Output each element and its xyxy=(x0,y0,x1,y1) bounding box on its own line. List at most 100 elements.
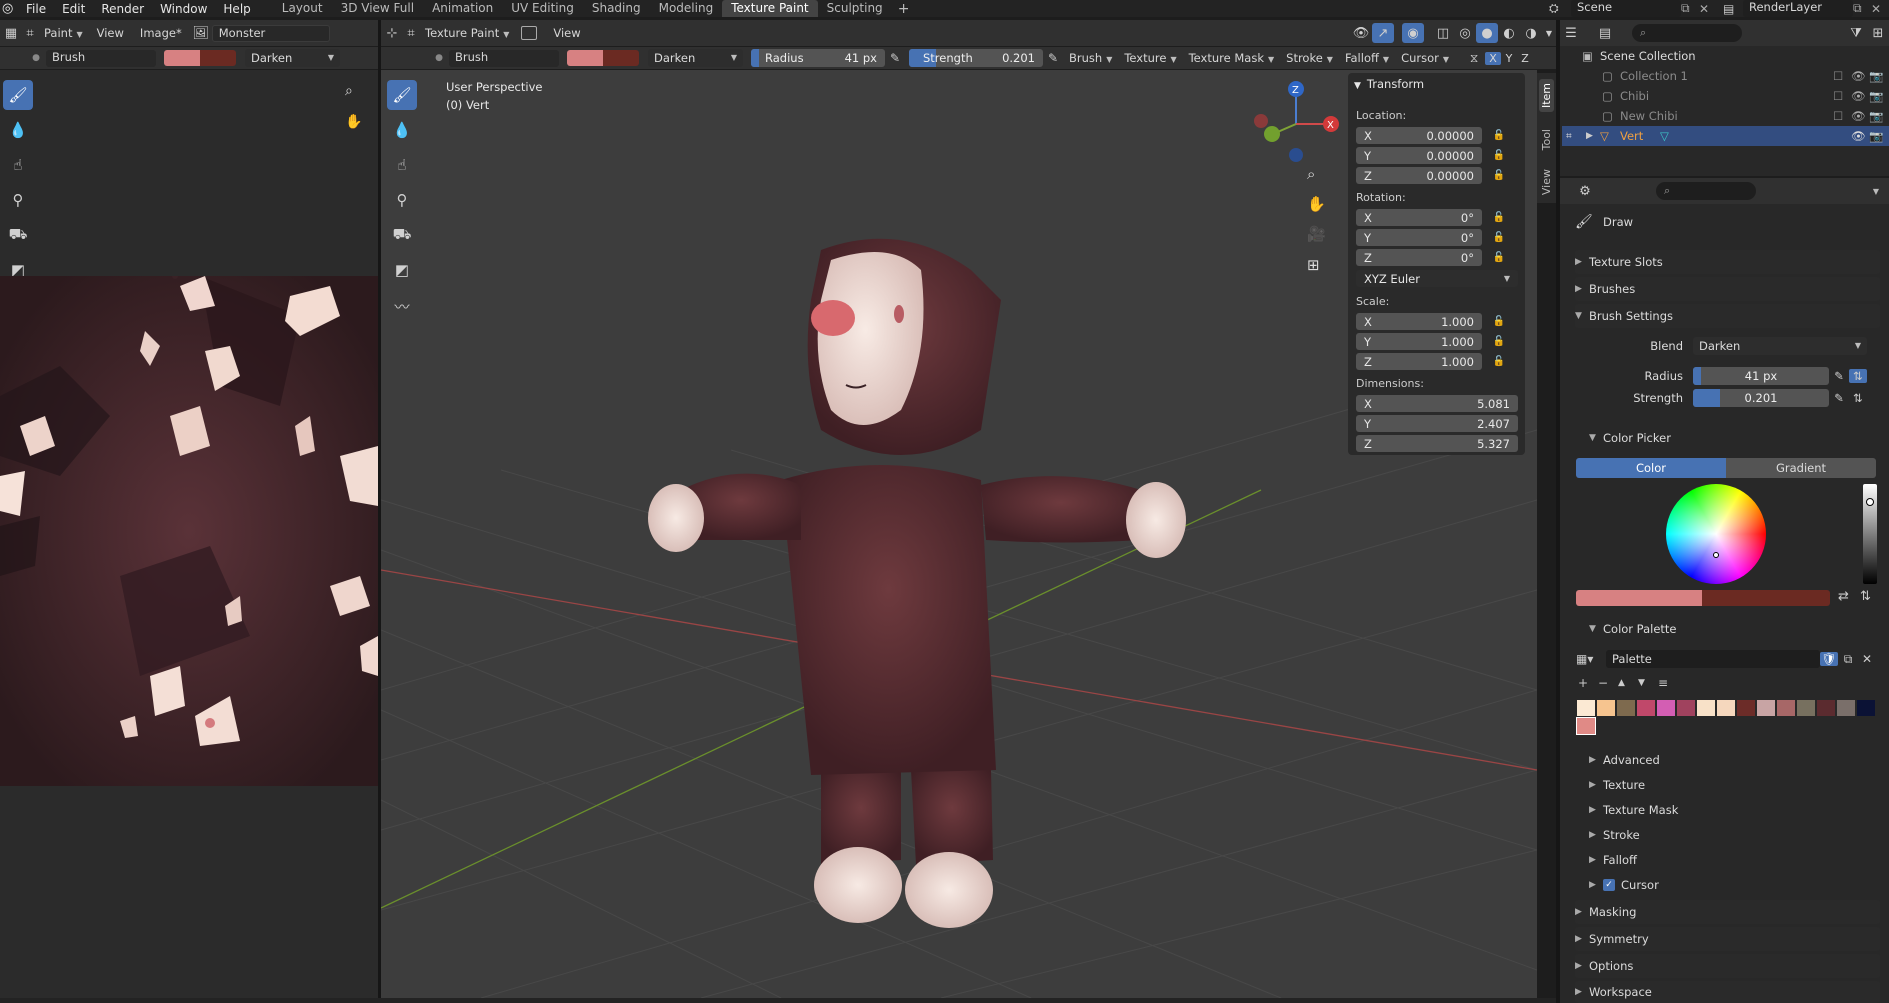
image-menu[interactable]: Image* xyxy=(132,26,190,40)
move-down-icon[interactable]: ▼ xyxy=(1638,678,1658,688)
outliner-row-collection-1[interactable]: ▢ Collection 1 ☐ 👁 📷 xyxy=(1562,66,1889,86)
strength-pressure-icon[interactable]: ✎ xyxy=(1829,391,1849,405)
viewport-secondary-color-swatch[interactable] xyxy=(603,50,639,66)
tab-tool[interactable]: Tool xyxy=(1539,125,1554,154)
palette-name-field[interactable]: Palette xyxy=(1606,650,1820,668)
lock-icon[interactable]: 🔓 xyxy=(1492,150,1506,161)
shading-solid-icon[interactable]: ● xyxy=(1476,23,1498,43)
properties-search-field[interactable]: ⌕ xyxy=(1656,182,1756,200)
new-scene-icon[interactable]: ⧉ xyxy=(1681,1,1699,16)
color-unit-icon[interactable]: ⇅ xyxy=(1860,589,1871,604)
display-mode-icon[interactable]: ▤ xyxy=(1594,23,1616,43)
delete-view-layer-icon[interactable]: ✕ xyxy=(1871,2,1889,16)
color-tab[interactable]: Color xyxy=(1576,458,1726,478)
delete-scene-icon[interactable]: ✕ xyxy=(1699,2,1717,16)
image-paint-mode-dropdown[interactable]: Paint ▼ xyxy=(38,26,89,40)
draw-brush-icon[interactable]: 🖌 xyxy=(3,80,33,110)
palette-browse-icon[interactable]: ▦▾ xyxy=(1576,652,1606,666)
mirror-y-toggle[interactable]: Y xyxy=(1501,52,1517,65)
palette-swatch[interactable] xyxy=(1677,700,1695,716)
outliner-search-field[interactable]: ⌕ xyxy=(1632,24,1742,42)
image-brush-field[interactable]: Brush xyxy=(46,49,156,67)
rotation-mode-dropdown[interactable]: XYZ Euler ▼ xyxy=(1356,270,1518,287)
palette-swatch[interactable] xyxy=(1597,700,1615,716)
soften-tool-icon[interactable]: 💧 xyxy=(3,115,33,145)
radius-slider[interactable]: 41 px xyxy=(1693,367,1829,385)
outliner-row-new-chibi[interactable]: ▢ New Chibi ☐ 👁 📷 xyxy=(1562,106,1889,126)
palette-swatch[interactable] xyxy=(1857,700,1875,716)
falloff-menu[interactable]: Falloff ▼ xyxy=(1339,51,1395,65)
scale-x-field[interactable]: X 1.000 xyxy=(1356,313,1482,330)
scene-icon[interactable]: ⛭ xyxy=(1549,1,1571,16)
viewport-radius-slider[interactable]: Radius 41 px xyxy=(751,49,885,67)
lock-icon[interactable]: 🔓 xyxy=(1492,356,1506,367)
viewport-mask-tool-icon[interactable]: ◩ xyxy=(387,255,417,285)
menu-render[interactable]: Render xyxy=(93,2,152,16)
cursor-menu[interactable]: Cursor ▼ xyxy=(1395,51,1455,65)
workspace-tab-shading[interactable]: Shading xyxy=(583,0,650,17)
section-brushes[interactable]: ▶ Brushes xyxy=(1575,277,1880,301)
image-secondary-color-swatch[interactable] xyxy=(200,50,236,66)
palette-swatch[interactable] xyxy=(1657,700,1675,716)
workspace-tab-uv-editing[interactable]: UV Editing xyxy=(502,0,583,17)
color-wheel[interactable] xyxy=(1666,484,1766,584)
lock-icon[interactable]: 🔓 xyxy=(1492,212,1506,223)
xray-toggle-icon[interactable]: ◫ xyxy=(1432,23,1454,43)
viewport-pan-icon[interactable]: ✋ xyxy=(1307,195,1326,213)
palette-swatch[interactable] xyxy=(1817,700,1835,716)
camera-icon[interactable]: 📷 xyxy=(1869,89,1889,103)
lock-icon[interactable]: 🔓 xyxy=(1492,130,1506,141)
viewport-soften-tool-icon[interactable]: 💧 xyxy=(387,115,417,145)
palette-swatch[interactable] xyxy=(1637,700,1655,716)
viewport-strength-slider[interactable]: Strength 0.201 xyxy=(909,49,1043,67)
image-browse-icon[interactable]: 🖼 xyxy=(190,23,212,43)
rotation-z-field[interactable]: Z 0° xyxy=(1356,249,1482,266)
filter-icon[interactable]: ⧩ xyxy=(1845,23,1867,43)
value-slider[interactable] xyxy=(1863,484,1877,584)
clone-tool-icon[interactable]: ⚲ xyxy=(3,185,33,215)
eye-icon[interactable]: 👁 xyxy=(1851,69,1869,83)
menu-help[interactable]: Help xyxy=(215,2,258,16)
section-masking[interactable]: ▶ Masking xyxy=(1575,900,1880,924)
image-editor-canvas[interactable]: 🖌 💧 ☝ ⚲ ⛟ ◩ 〰 ⌕ ✋ xyxy=(0,70,378,998)
viewport-editor-type-icon[interactable]: ⊹ xyxy=(381,23,403,43)
sort-colors-icon[interactable]: ≡ xyxy=(1658,676,1678,690)
properties-options-icon[interactable]: ▼ xyxy=(1873,187,1879,196)
strength-unit-icon[interactable]: ⇅ xyxy=(1849,391,1867,405)
subsection-falloff[interactable]: ▶ Falloff xyxy=(1575,848,1880,872)
lock-icon[interactable]: 🔓 xyxy=(1492,252,1506,263)
pan-icon[interactable]: ✋ xyxy=(345,114,362,130)
scene-name-field[interactable]: Scene xyxy=(1571,0,1681,17)
radius-pressure-icon[interactable]: ✎ xyxy=(1829,369,1849,383)
viewport-zoom-icon[interactable]: ⌕ xyxy=(1307,165,1315,183)
image-primary-color-swatch[interactable] xyxy=(164,50,200,66)
section-workspace[interactable]: ▶ Workspace xyxy=(1575,981,1880,1003)
gizmo-toggle-icon[interactable]: ↗ xyxy=(1372,23,1394,43)
camera-icon[interactable]: 📷 xyxy=(1869,129,1889,143)
strength-pressure-icon[interactable]: ✎ xyxy=(1043,51,1063,65)
mask-toggle-icon[interactable] xyxy=(521,26,538,40)
viewport-camera-icon[interactable]: 🎥 xyxy=(1307,225,1326,243)
location-x-field[interactable]: X 0.00000 xyxy=(1356,127,1482,144)
section-symmetry[interactable]: ▶ Symmetry xyxy=(1575,927,1880,951)
workspace-tab-modeling[interactable]: Modeling xyxy=(650,0,723,17)
add-color-icon[interactable]: + xyxy=(1578,676,1598,690)
texture-menu[interactable]: Texture ▼ xyxy=(1118,51,1182,65)
viewport-mode-dropdown[interactable]: Texture Paint ▼ xyxy=(419,26,515,40)
outliner-row-chibi[interactable]: ▢ Chibi ☐ 👁 📷 xyxy=(1562,86,1889,106)
shading-rendered-icon[interactable]: ◑ xyxy=(1520,23,1542,43)
menu-edit[interactable]: Edit xyxy=(54,2,93,16)
scale-y-field[interactable]: Y 1.000 xyxy=(1356,333,1482,350)
duplicate-palette-icon[interactable]: ⧉ xyxy=(1838,652,1858,667)
zoom-icon[interactable]: ⌕ xyxy=(345,83,353,99)
palette-swatch[interactable] xyxy=(1577,700,1595,716)
workspace-tab-animation[interactable]: Animation xyxy=(423,0,502,17)
viewport-blend-dropdown[interactable]: Darken ▼ xyxy=(648,49,743,67)
unlink-palette-icon[interactable]: ✕ xyxy=(1858,652,1876,666)
workspace-tab-sculpting[interactable]: Sculpting xyxy=(818,0,892,17)
subsection-advanced[interactable]: ▶ Advanced xyxy=(1575,748,1880,772)
remove-color-icon[interactable]: − xyxy=(1598,676,1618,690)
eye-icon[interactable]: 👁 xyxy=(1851,109,1869,123)
section-texture-slots[interactable]: ▶ Texture Slots xyxy=(1575,250,1880,274)
palette-swatch-active[interactable] xyxy=(1576,717,1596,735)
